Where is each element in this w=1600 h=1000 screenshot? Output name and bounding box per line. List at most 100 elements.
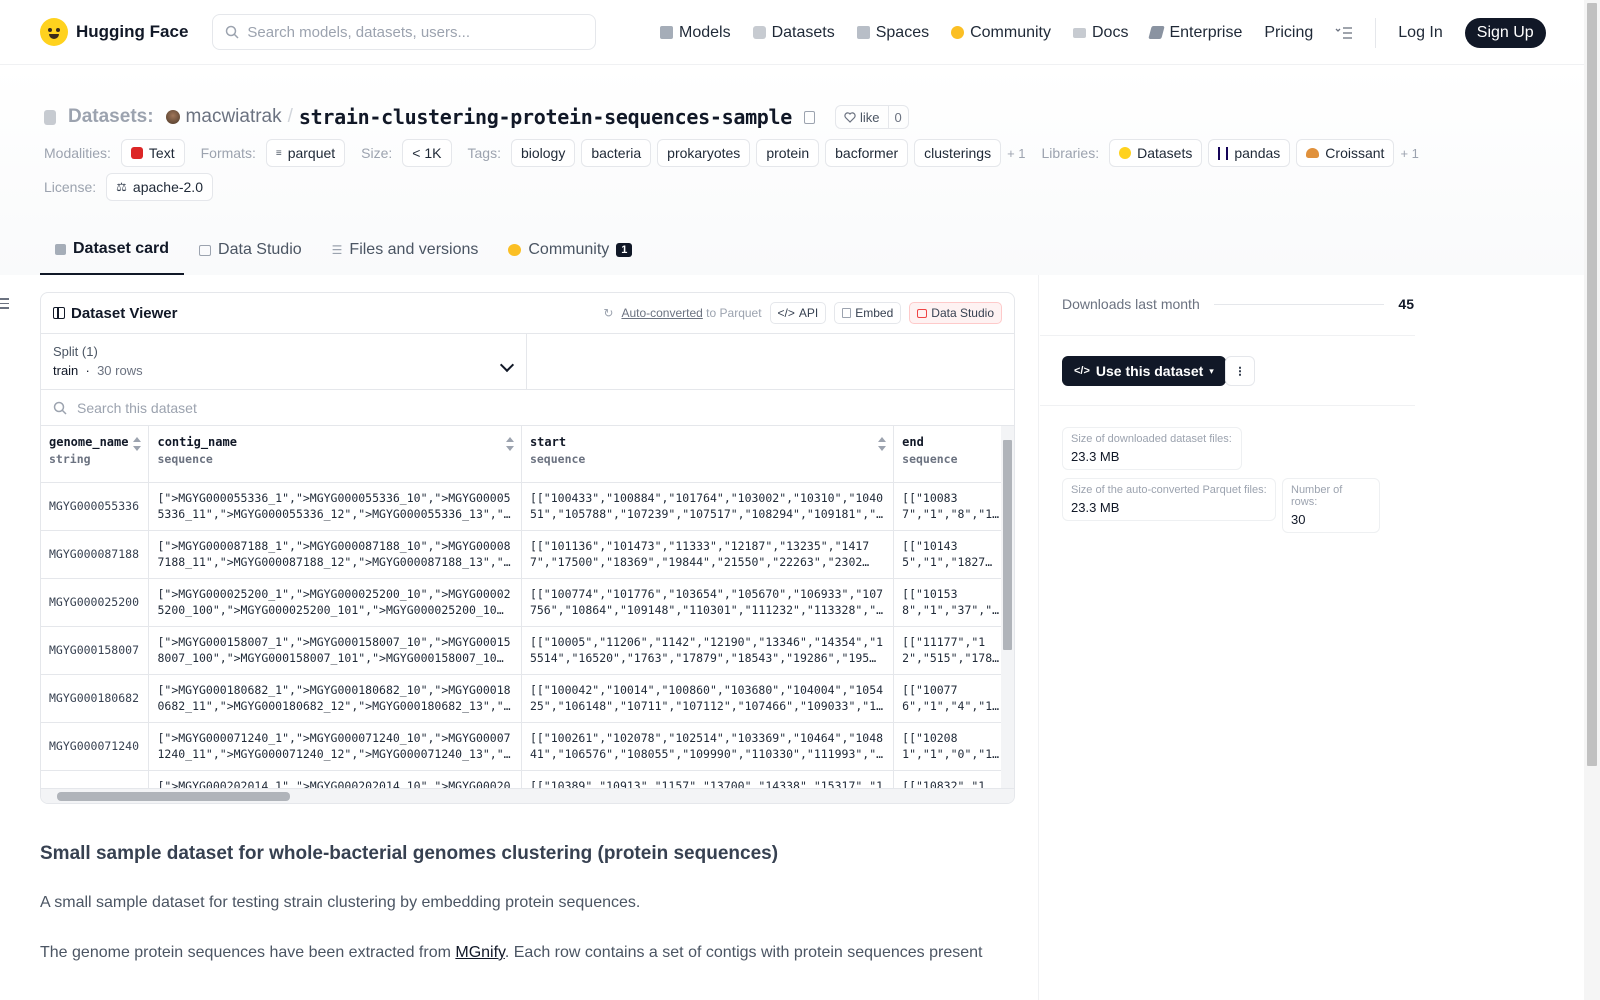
repo-name[interactable]: strain-clustering-protein-sequences-samp…: [299, 105, 792, 129]
table-row[interactable]: MGYG000158007 [">MGYG000158007_1",">MGYG…: [41, 626, 1014, 675]
library-chip-pandas[interactable]: pandas: [1208, 139, 1291, 167]
tab-community[interactable]: Community 1: [493, 225, 647, 275]
nav-datasets[interactable]: Datasets: [752, 24, 835, 42]
table-vertical-scrollbar[interactable]: [1001, 426, 1014, 803]
cell-start[interactable]: [["100042","10014","100860","103680","10…: [521, 674, 895, 723]
cell-genome-name[interactable]: MGYG000025200: [41, 578, 150, 627]
downloads-label: Downloads last month: [1062, 296, 1200, 312]
main-nav: Models Datasets Spaces Community Docs En…: [660, 0, 1546, 65]
brand-link[interactable]: Hugging Face: [40, 18, 188, 46]
sort-icon[interactable]: [878, 437, 887, 451]
dataset-search-input[interactable]: [77, 399, 677, 416]
cell-end[interactable]: [["11177","12","515","17851","1"]]: [893, 626, 1014, 675]
more-options-button[interactable]: [1225, 356, 1255, 386]
size-chip[interactable]: < 1K: [402, 139, 452, 167]
cell-start[interactable]: [["100433","100884","101764","103002","1…: [521, 482, 895, 531]
table-row[interactable]: MGYG000087188 [">MGYG000087188_1",">MGYG…: [41, 530, 1014, 579]
sort-icon[interactable]: [133, 437, 142, 451]
nav-community[interactable]: Community: [951, 24, 1051, 42]
tags-more-button[interactable]: + 1: [1007, 146, 1025, 161]
data-studio-button[interactable]: Data Studio: [909, 302, 1002, 324]
cell-contig-name[interactable]: [">MGYG000025200_1",">MGYG000025200_10",…: [148, 578, 522, 627]
sidebar-toggle-icon[interactable]: [0, 298, 9, 310]
nav-docs[interactable]: Docs: [1073, 24, 1128, 42]
tag-chip[interactable]: clusterings: [914, 139, 1002, 167]
use-this-dataset-button[interactable]: </> Use this dataset ▾: [1062, 356, 1226, 386]
table-row[interactable]: MGYG000180682 [">MGYG000180682_1",">MGYG…: [41, 674, 1014, 723]
cell-end[interactable]: [["101435","1","18276","1978"]]: [893, 530, 1014, 579]
signup-button[interactable]: Sign Up: [1464, 17, 1546, 48]
tag-chip[interactable]: biology: [510, 139, 576, 167]
repo-owner-link[interactable]: macwiatrak: [186, 106, 282, 128]
api-button[interactable]: </> API: [769, 302, 827, 324]
nav-spaces[interactable]: Spaces: [856, 24, 929, 42]
mgnify-link[interactable]: MGnify: [455, 944, 504, 961]
dataset-search[interactable]: [41, 390, 1014, 426]
cell-genome-name[interactable]: MGYG000055336: [41, 482, 150, 531]
tab-dataset-card[interactable]: Dataset card: [40, 225, 185, 275]
scrollbar-thumb[interactable]: [1587, 3, 1597, 766]
cell-contig-name[interactable]: [">MGYG000055336_1",">MGYG000055336_10",…: [148, 482, 522, 531]
column-name: genome_name: [49, 435, 129, 449]
tag-chip[interactable]: bacteria: [581, 139, 652, 167]
modality-chip-text[interactable]: Text: [120, 139, 185, 167]
license-chip[interactable]: ⚖ apache-2.0: [106, 173, 213, 201]
cell-end[interactable]: [["101538","1","37","11508","1"]]: [893, 578, 1014, 627]
stat-label: Number of rows:: [1291, 484, 1343, 508]
cell-end[interactable]: [["100776","1","4","106996","1"]]: [893, 674, 1014, 723]
column-header-genome-name[interactable]: genome_name string: [41, 426, 150, 483]
nav-pricing[interactable]: Pricing: [1264, 24, 1313, 42]
split-selector[interactable]: Split (1) train · 30 rows: [41, 334, 527, 389]
cell-start[interactable]: [["10005","11206","1142","12190","13346"…: [521, 626, 895, 675]
card-heading: Small sample dataset for whole-bacterial…: [40, 843, 779, 864]
column-header-end[interactable]: end sequence: [893, 426, 1014, 483]
tab-label: Community: [528, 241, 610, 258]
like-button[interactable]: like 0: [835, 105, 909, 129]
cell-start[interactable]: [["100774","101776","103654","105670","1…: [521, 578, 895, 627]
cell-contig-name[interactable]: [">MGYG000087188_1",">MGYG000087188_10",…: [148, 530, 522, 579]
libraries-more-button[interactable]: + 1: [1400, 146, 1418, 161]
cell-contig-name[interactable]: [">MGYG000158007_1",">MGYG000158007_10",…: [148, 626, 522, 675]
cell-genome-name[interactable]: MGYG000158007: [41, 626, 150, 675]
format-chip-parquet[interactable]: ≡ parquet: [265, 139, 346, 167]
table-horizontal-scrollbar[interactable]: [41, 788, 1014, 803]
cell-genome-name[interactable]: MGYG000180682: [41, 674, 150, 723]
copy-icon[interactable]: [804, 110, 816, 124]
cell-contig-name[interactable]: [">MGYG000180682_1",">MGYG000180682_10",…: [148, 674, 522, 723]
library-chip-croissant[interactable]: Croissant: [1296, 139, 1395, 167]
sort-icon[interactable]: [505, 437, 514, 451]
global-search[interactable]: [212, 14, 597, 50]
cell-end[interactable]: [["102081","1","0","108021","1"]]: [893, 722, 1014, 771]
repo-type-label[interactable]: Datasets:: [68, 106, 154, 128]
tag-chip[interactable]: prokaryotes: [657, 139, 751, 167]
cell-start[interactable]: [["100261","102078","102514","103369","1…: [521, 722, 895, 771]
cell-contig-name[interactable]: [">MGYG000071240_1",">MGYG000071240_10",…: [148, 722, 522, 771]
auto-converted-link[interactable]: Auto-converted: [621, 306, 702, 320]
cell-end[interactable]: [["100837","1","8","107242","1"]]: [893, 482, 1014, 531]
viewer-actions: ↻ Auto-converted to Parquet </> API Embed…: [603, 302, 1002, 324]
scrollbar-thumb[interactable]: [57, 792, 290, 801]
tab-files-and-versions[interactable]: ☰ Files and versions: [317, 225, 494, 275]
table-row[interactable]: MGYG000055336 [">MGYG000055336_1",">MGYG…: [41, 482, 1014, 531]
cell-genome-name[interactable]: MGYG000071240: [41, 722, 150, 771]
table-row[interactable]: MGYG000071240 [">MGYG000071240_1",">MGYG…: [41, 722, 1014, 771]
cell-genome-name[interactable]: MGYG000087188: [41, 530, 150, 579]
scrollbar-thumb[interactable]: [1003, 440, 1012, 650]
login-link[interactable]: Log In: [1398, 24, 1442, 42]
like-count[interactable]: 0: [887, 106, 908, 128]
library-chip-datasets[interactable]: Datasets: [1109, 139, 1203, 167]
tag-chip[interactable]: protein: [756, 139, 820, 167]
tab-data-studio[interactable]: Data Studio: [184, 225, 317, 275]
nav-enterprise[interactable]: Enterprise: [1148, 24, 1242, 42]
viewer-header: Dataset Viewer ↻ Auto-converted to Parqu…: [41, 293, 1014, 334]
table-row[interactable]: MGYG000025200 [">MGYG000025200_1",">MGYG…: [41, 578, 1014, 627]
column-header-start[interactable]: start sequence: [521, 426, 895, 483]
column-header-contig-name[interactable]: contig_name sequence: [148, 426, 522, 483]
page-scrollbar[interactable]: [1584, 0, 1600, 1000]
nav-more-menu[interactable]: [1335, 26, 1353, 39]
tag-chip[interactable]: bacformer: [825, 139, 909, 167]
embed-button[interactable]: Embed: [834, 302, 902, 324]
cell-start[interactable]: [["101136","101473","11333","12187","132…: [521, 530, 895, 579]
global-search-input[interactable]: [247, 23, 578, 41]
nav-models[interactable]: Models: [660, 24, 731, 42]
